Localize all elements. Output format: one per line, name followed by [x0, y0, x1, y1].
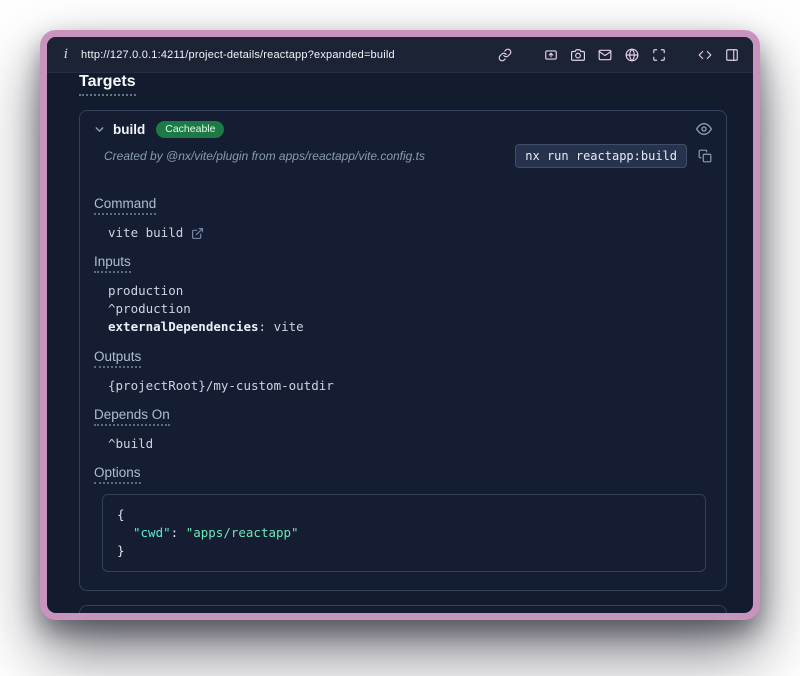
outputs-section: Outputs {projectRoot}/my-custom-outdir — [94, 348, 706, 395]
created-by-text: Created by @nx/vite/plugin from apps/rea… — [104, 149, 506, 163]
url-text[interactable]: http://127.0.0.1:4211/project-details/re… — [81, 49, 395, 61]
inputs-label: Inputs — [94, 254, 131, 273]
titlebar-icons — [498, 48, 739, 62]
code-line: } — [117, 542, 691, 560]
link-icon[interactable] — [498, 48, 512, 62]
code-line: "cwd": "apps/reactapp" — [117, 524, 691, 542]
depends-on-label: Depends On — [94, 407, 170, 426]
page-title: Targets — [79, 73, 136, 96]
build-target-body: Command vite build Inputs production ^pr… — [80, 178, 726, 590]
screen-share-icon[interactable] — [544, 48, 558, 62]
copy-button[interactable] — [696, 147, 714, 165]
camera-icon[interactable] — [571, 48, 585, 62]
serve-target-card: serve vite serve — [79, 605, 727, 613]
depends-on-section: Depends On ^build — [94, 406, 706, 453]
eye-icon — [696, 121, 712, 137]
project-details-page: Targets build Cacheable Created by @nx/v… — [47, 73, 753, 613]
input-item: externalDependencies: vite — [108, 318, 706, 336]
run-command-chip[interactable]: nx run reactapp:build — [515, 144, 687, 168]
command-value-row: vite build — [108, 224, 706, 242]
browser-titlebar: i http://127.0.0.1:4211/project-details/… — [47, 37, 753, 73]
external-dependencies-key: externalDependencies — [108, 319, 259, 334]
serve-target-header[interactable]: serve vite serve — [80, 606, 726, 613]
inputs-list: production ^production externalDependenc… — [108, 282, 706, 336]
external-dependencies-value: : vite — [259, 319, 304, 334]
eye-button[interactable] — [694, 119, 714, 139]
external-link-icon[interactable] — [191, 227, 204, 240]
chevron-down-icon[interactable] — [93, 123, 106, 136]
browser-window: i http://127.0.0.1:4211/project-details/… — [40, 30, 760, 620]
code-line: { — [117, 506, 691, 524]
build-target-header[interactable]: build Cacheable — [80, 111, 726, 142]
depends-on-item: ^build — [108, 435, 706, 453]
options-section: Options { "cwd": "apps/reactapp" } — [94, 464, 706, 572]
json-string-value: "apps/reactapp" — [186, 525, 299, 540]
json-colon: : — [171, 525, 186, 540]
command-value: vite build — [108, 224, 183, 242]
outputs-label: Outputs — [94, 349, 141, 368]
input-item: production — [108, 282, 706, 300]
input-item: ^production — [108, 300, 706, 318]
target-name: build — [113, 122, 145, 137]
cacheable-badge: Cacheable — [156, 121, 224, 138]
output-item: {projectRoot}/my-custom-outdir — [108, 377, 706, 395]
panel-icon[interactable] — [725, 48, 739, 62]
command-section: Command vite build — [94, 195, 706, 242]
copy-icon — [698, 149, 712, 163]
outputs-list: {projectRoot}/my-custom-outdir — [108, 377, 706, 395]
command-label: Command — [94, 196, 156, 215]
mail-icon[interactable] — [598, 48, 612, 62]
options-label: Options — [94, 465, 141, 484]
depends-on-list: ^build — [108, 435, 706, 453]
options-code-block: { "cwd": "apps/reactapp" } — [102, 494, 706, 572]
fullscreen-icon[interactable] — [652, 48, 666, 62]
globe-icon[interactable] — [625, 48, 639, 62]
json-key: "cwd" — [133, 525, 171, 540]
build-target-card: build Cacheable Created by @nx/vite/plug… — [79, 110, 727, 591]
inputs-section: Inputs production ^production externalDe… — [94, 253, 706, 336]
code-icon[interactable] — [698, 48, 712, 62]
build-target-subheader: Created by @nx/vite/plugin from apps/rea… — [80, 142, 726, 178]
info-icon: i — [61, 47, 71, 62]
